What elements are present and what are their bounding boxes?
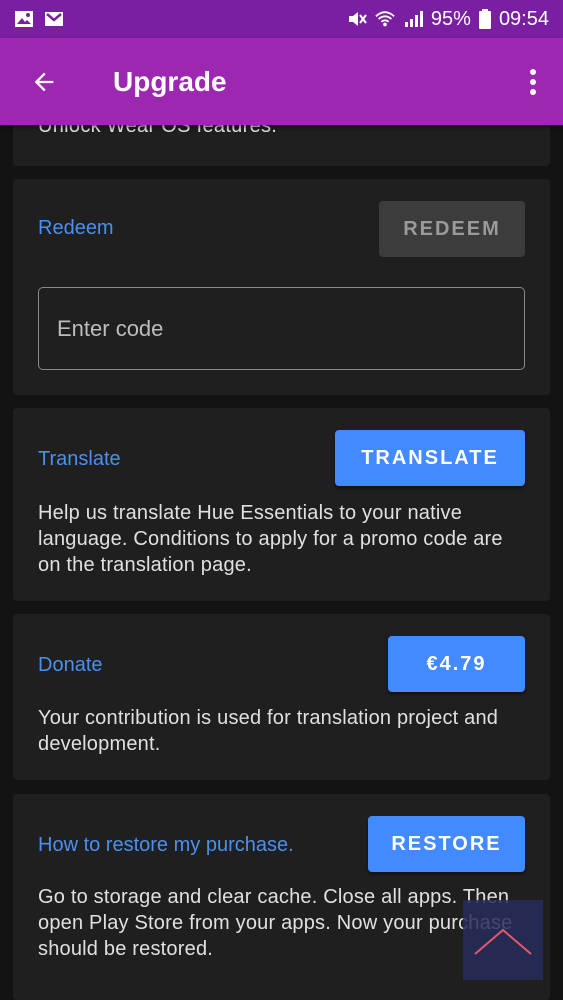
- scroll-to-top-button[interactable]: [463, 900, 543, 980]
- donate-button[interactable]: €4.79: [388, 636, 525, 692]
- wear-os-card: Unlock Wear OS features.: [13, 125, 550, 166]
- battery-percent: 95%: [430, 7, 471, 30]
- app-bar: Upgrade: [0, 38, 563, 125]
- wear-os-description: Unlock Wear OS features.: [38, 125, 278, 137]
- image-icon: [15, 11, 33, 27]
- promo-code-input[interactable]: [38, 287, 525, 370]
- redeem-button[interactable]: REDEEM: [379, 201, 525, 257]
- donate-label: Donate: [38, 654, 103, 676]
- signal-icon: [404, 11, 423, 27]
- arrow-left-icon: [34, 72, 54, 91]
- mute-icon: [348, 12, 367, 26]
- status-bar: 95% 09:54: [0, 0, 563, 38]
- restore-button[interactable]: RESTORE: [368, 816, 525, 872]
- clock: 09:54: [498, 7, 549, 30]
- translate-button[interactable]: TRANSLATE: [335, 430, 525, 486]
- restore-description: Go to storage and clear cache. Close all…: [38, 886, 513, 960]
- donate-card: Donate €4.79 Your contribution is used f…: [13, 614, 550, 780]
- gmail-icon: [45, 12, 63, 26]
- redeem-card: Redeem REDEEM: [13, 179, 550, 395]
- back-button[interactable]: [0, 38, 88, 125]
- more-vert-icon: [530, 68, 536, 95]
- redeem-label: Redeem: [38, 217, 114, 239]
- donate-description: Your contribution is used for translatio…: [38, 707, 499, 755]
- battery-icon: [478, 9, 491, 29]
- upgrade-list[interactable]: Unlock Wear OS features. Redeem REDEEM T…: [0, 125, 563, 1000]
- more-options-button[interactable]: [503, 38, 563, 125]
- wifi-icon: [375, 11, 395, 27]
- chevron-up-icon: [474, 928, 532, 955]
- restore-label: How to restore my purchase.: [38, 834, 294, 856]
- translate-description: Help us translate Hue Essentials to your…: [38, 502, 503, 576]
- translate-card: Translate TRANSLATE Help us translate Hu…: [13, 408, 550, 601]
- translate-label: Translate: [38, 448, 121, 470]
- page-title: Upgrade: [113, 65, 227, 97]
